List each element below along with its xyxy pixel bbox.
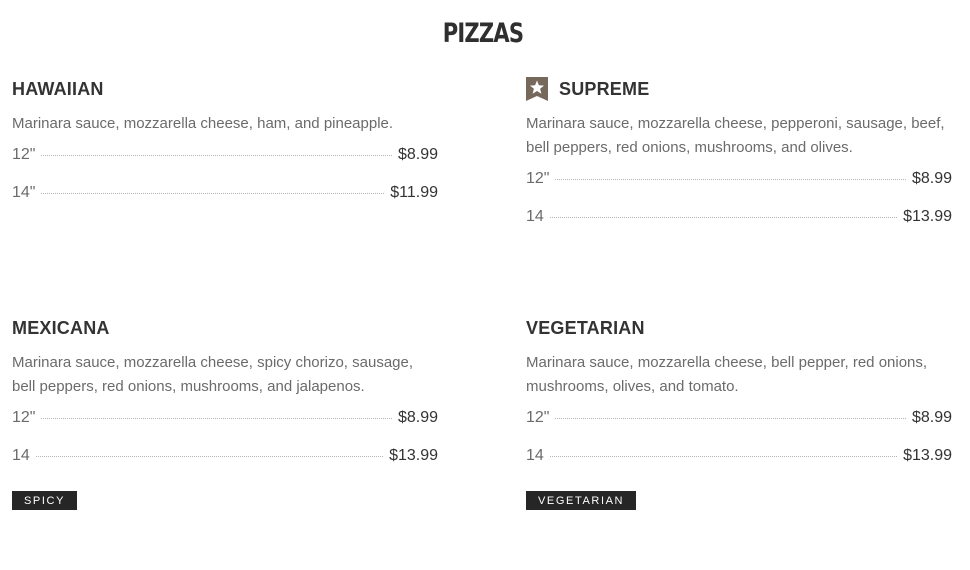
page-title: PIZZAS [442, 18, 524, 49]
item-header: HAWAIIAN [12, 76, 438, 102]
price-value: $8.99 [911, 409, 952, 426]
item-header: VEGETARIAN [526, 315, 952, 341]
size-label: 12" [12, 409, 36, 426]
item-name: VEGETARIAN [526, 317, 645, 338]
price-value: $11.99 [390, 184, 438, 201]
price-value: $8.99 [397, 409, 438, 426]
price-list: 12" $8.99 14 $13.99 [526, 408, 952, 484]
price-row: 12" $8.99 [12, 408, 438, 446]
menu-item-mexicana: MEXICANA Marinara sauce, mozzarella chee… [12, 315, 438, 510]
size-label: 14 [12, 447, 30, 464]
menu-item-vegetarian: VEGETARIAN Marinara sauce, mozzarella ch… [526, 315, 952, 510]
spicy-tag: SPICY [12, 491, 78, 510]
dot-leader [41, 193, 385, 194]
price-list: 12" $8.99 14 $13.99 [526, 169, 952, 245]
price-value: $8.99 [397, 146, 438, 163]
item-header: SUPREME [526, 76, 952, 102]
star-ribbon-icon [526, 77, 548, 101]
price-row: 14 $13.99 [526, 207, 952, 245]
price-list: 12" $8.99 14 $13.99 [12, 408, 438, 484]
price-row: 12" $8.99 [526, 408, 952, 446]
dot-leader [549, 217, 898, 218]
price-row: 12" $8.99 [12, 145, 438, 183]
price-value: $8.99 [911, 170, 952, 187]
item-name: MEXICANA [12, 317, 110, 338]
price-value: $13.99 [903, 208, 952, 225]
item-name: HAWAIIAN [12, 78, 104, 99]
price-value: $13.99 [389, 447, 438, 464]
item-description: Marinara sauce, mozzarella cheese, bell … [526, 354, 928, 395]
item-header: MEXICANA [12, 315, 438, 341]
size-label: 14" [12, 184, 36, 201]
item-description: Marinara sauce, mozzarella cheese, peppe… [526, 115, 945, 156]
price-value: $13.99 [903, 447, 952, 464]
dot-leader [555, 179, 906, 180]
menu-item-supreme: SUPREME Marinara sauce, mozzarella chees… [526, 76, 952, 245]
item-description: Marinara sauce, mozzarella cheese, spicy… [12, 354, 414, 395]
size-label: 14 [526, 208, 544, 225]
item-name: SUPREME [559, 78, 650, 99]
size-label: 12" [526, 170, 550, 187]
size-label: 12" [12, 146, 36, 163]
size-label: 12" [526, 409, 550, 426]
item-description: Marinara sauce, mozzarella cheese, ham, … [12, 115, 394, 132]
vegetarian-tag: VEGETARIAN [526, 491, 637, 510]
price-row: 14 $13.99 [12, 446, 438, 484]
price-list: 12" $8.99 14" $11.99 [12, 145, 438, 221]
dot-leader [549, 456, 898, 457]
price-row: 14" $11.99 [12, 183, 438, 221]
price-row: 12" $8.99 [526, 169, 952, 207]
dot-leader [35, 456, 384, 457]
dot-leader [41, 155, 392, 156]
price-row: 14 $13.99 [526, 446, 952, 484]
dot-leader [41, 418, 392, 419]
dot-leader [555, 418, 906, 419]
menu-item-hawaiian: HAWAIIAN Marinara sauce, mozzarella chee… [12, 76, 438, 221]
size-label: 14 [526, 447, 544, 464]
